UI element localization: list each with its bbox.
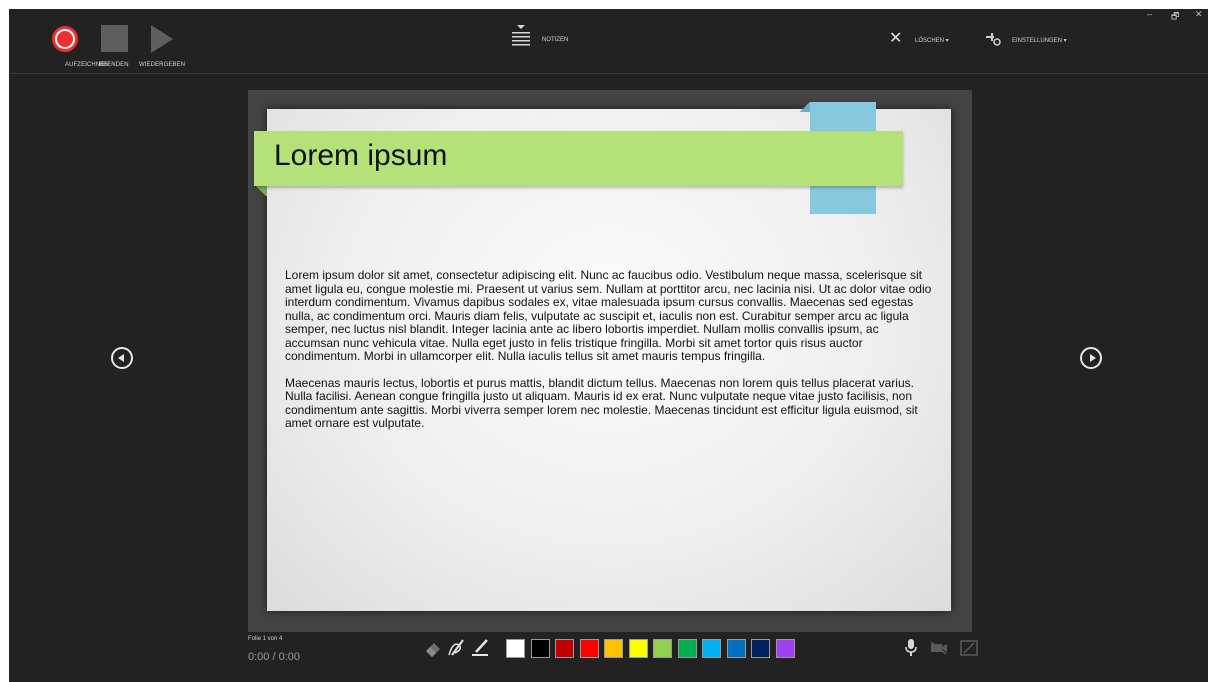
slide-frame: Lorem ipsum Lorem ipsum dolor sit amet, … xyxy=(248,90,972,632)
settings-icon xyxy=(986,33,1001,46)
pen-color-swatch[interactable] xyxy=(702,639,721,658)
eraser-icon[interactable] xyxy=(423,637,443,657)
record-icon xyxy=(52,26,78,52)
settings-label: EINSTELLUNGEN ▾ xyxy=(1012,38,1067,44)
highlighter-icon[interactable] xyxy=(471,637,491,657)
body-paragraph: Maecenas mauris lectus, lobortis et puru… xyxy=(285,375,918,430)
minimize-button[interactable]: – xyxy=(1147,9,1152,19)
record-button[interactable]: AUFZEICHNEN xyxy=(47,9,109,73)
notes-icon xyxy=(512,25,530,46)
pen-color-swatch[interactable] xyxy=(628,639,648,658)
slide-title: Lorem ipsum xyxy=(274,139,448,172)
microphone-icon[interactable] xyxy=(904,639,918,657)
delete-button[interactable]: ✕ LÖSCHEN ▾ xyxy=(889,29,979,53)
play-icon xyxy=(151,25,173,53)
settings-button[interactable]: EINSTELLUNGEN ▾ xyxy=(986,29,1096,53)
stop-icon xyxy=(101,25,128,52)
camera-preview-icon[interactable] xyxy=(960,640,978,656)
pen-color-swatch[interactable] xyxy=(506,639,525,658)
restore-button[interactable]: 🗗 xyxy=(1171,9,1179,25)
pen-icon[interactable] xyxy=(447,637,467,657)
tag-fold-decoration xyxy=(800,102,810,112)
notes-button[interactable]: NOTIZEN xyxy=(512,25,592,55)
play-button[interactable]: WIEDERGEBEN xyxy=(139,9,199,73)
recording-timer: 0:00 / 0:00 xyxy=(248,651,300,663)
pen-color-swatch[interactable] xyxy=(555,639,574,658)
play-label: WIEDERGEBEN xyxy=(139,62,186,68)
slide: Lorem ipsum Lorem ipsum dolor sit amet, … xyxy=(254,102,951,611)
body-paragraph: Lorem ipsum dolor sit amet, consectetur … xyxy=(285,268,932,363)
arrow-left-circle-icon[interactable] xyxy=(111,347,133,369)
delete-label: LÖSCHEN ▾ xyxy=(915,38,949,44)
pen-color-swatch[interactable] xyxy=(751,639,770,658)
pen-color-swatch[interactable] xyxy=(530,639,550,658)
notes-label: NOTIZEN xyxy=(542,37,569,43)
pen-color-swatch[interactable] xyxy=(726,639,746,658)
pen-color-swatch[interactable] xyxy=(653,639,672,658)
arrow-right-circle-icon[interactable] xyxy=(1080,347,1102,369)
stop-label: BEENDEN xyxy=(99,62,129,68)
pen-color-swatch[interactable] xyxy=(677,639,697,658)
recording-window: AUFZEICHNEN BEENDEN WIEDERGEBEN NOTIZEN … xyxy=(9,9,1208,682)
title-band: Lorem ipsum xyxy=(254,131,903,186)
slide-body: Lorem ipsum dolor sit amet, consectetur … xyxy=(285,268,935,444)
slide-counter: Folie 1 von 4 xyxy=(248,636,283,642)
title-fold-decoration xyxy=(254,186,267,196)
close-button[interactable]: ✕ xyxy=(1195,9,1203,20)
pen-color-swatch[interactable] xyxy=(579,639,599,658)
camera-icon[interactable] xyxy=(930,641,948,655)
close-x-icon: ✕ xyxy=(889,30,903,47)
stop-button[interactable]: BEENDEN xyxy=(97,9,137,73)
recording-toolbar: AUFZEICHNEN BEENDEN WIEDERGEBEN NOTIZEN … xyxy=(9,9,1208,74)
pen-color-swatch[interactable] xyxy=(775,639,795,658)
pen-color-swatch[interactable] xyxy=(604,639,623,658)
